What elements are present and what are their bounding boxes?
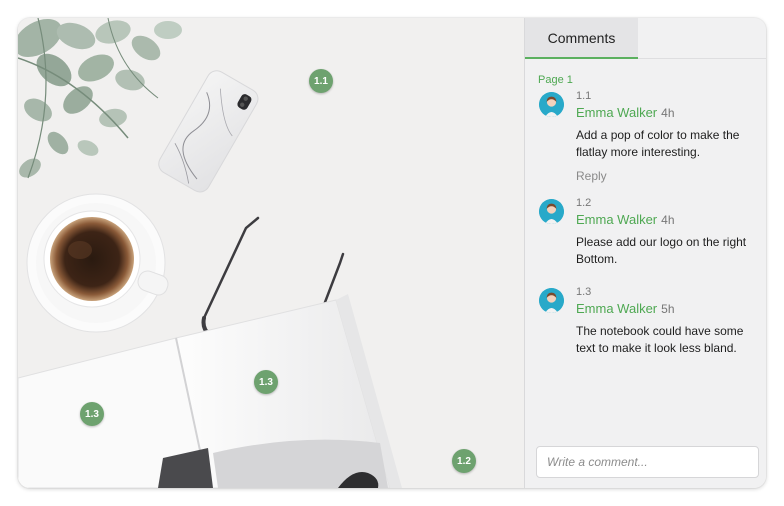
page-label: Page 1 <box>538 74 573 86</box>
comments-panel: Comments Page 1 1.1 Emma Walker 4h Add a … <box>524 18 766 488</box>
comment-number: 1.1 <box>576 90 592 102</box>
tab-bar: Comments <box>525 18 766 59</box>
comment-author[interactable]: Emma Walker <box>576 105 657 120</box>
avatar <box>539 199 564 224</box>
review-card: 1.1 1.3 1.3 1.2 Comments Page 1 1.1 Emma… <box>18 18 766 488</box>
comment-text: Please add our logo on the right Bottom. <box>576 235 747 266</box>
annotation-pin-1-2[interactable]: 1.2 <box>452 449 476 473</box>
reply-button[interactable]: Reply <box>576 169 761 183</box>
avatar <box>539 92 564 117</box>
avatar <box>539 288 564 313</box>
comment-input[interactable] <box>536 446 759 478</box>
flatlay-image[interactable]: 1.1 1.3 1.3 1.2 <box>18 18 524 488</box>
comment-time: 5h <box>661 302 675 316</box>
comment-text: The notebook could have some text to mak… <box>576 324 744 355</box>
comment-time: 4h <box>661 106 675 120</box>
comment-time: 4h <box>661 213 675 227</box>
tab-comments[interactable]: Comments <box>525 18 638 59</box>
comment-number: 1.3 <box>576 286 592 298</box>
annotation-pin-1-3-secondary[interactable]: 1.3 <box>80 402 104 426</box>
comment-text: Add a pop of color to make the flatlay m… <box>576 128 740 159</box>
annotation-pin-1-1[interactable]: 1.1 <box>309 69 333 93</box>
comment-author[interactable]: Emma Walker <box>576 212 657 227</box>
annotation-pin-1-3[interactable]: 1.3 <box>254 370 278 394</box>
comment-author[interactable]: Emma Walker <box>576 301 657 316</box>
comment-number: 1.2 <box>576 197 592 209</box>
